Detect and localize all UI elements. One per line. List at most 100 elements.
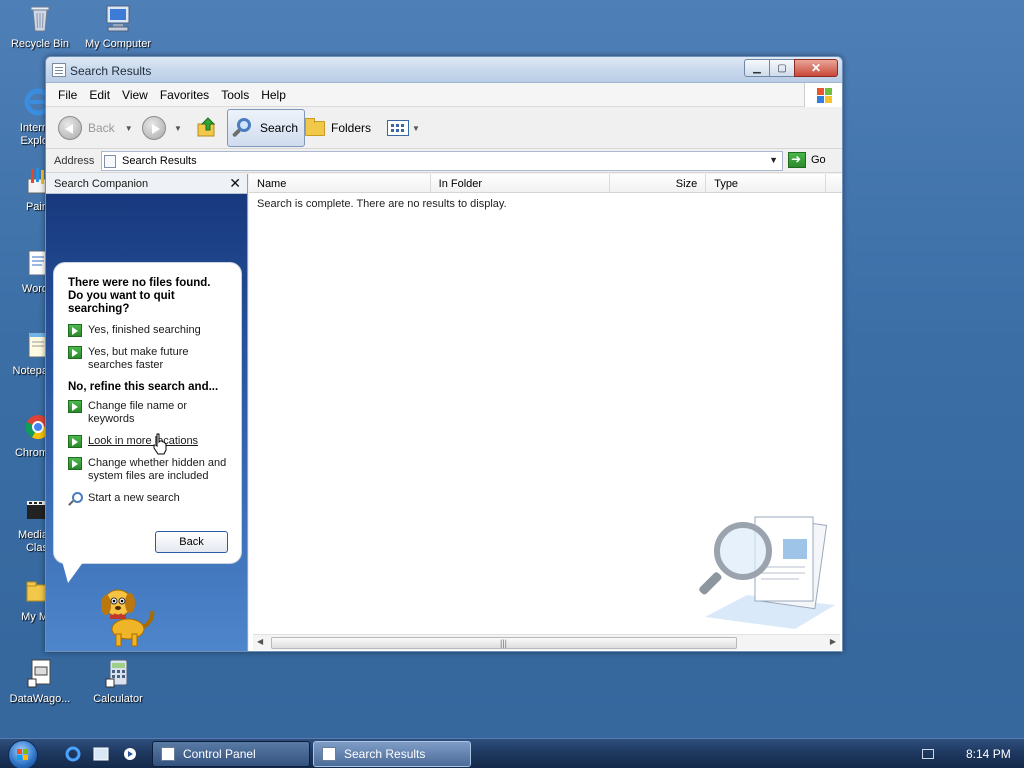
column-in-folder[interactable]: In Folder bbox=[431, 174, 611, 193]
search-label: Search bbox=[260, 121, 299, 135]
windows-logo-icon bbox=[804, 83, 842, 107]
option-finished-searching[interactable]: Yes, finished searching bbox=[68, 324, 229, 337]
desktop-icon-chrome[interactable]: Chrom bbox=[0, 411, 51, 460]
desktop-icon-media-player-classic[interactable]: Media Clas bbox=[0, 493, 49, 555]
desktop-icon-wordpad[interactable]: Word bbox=[0, 247, 48, 296]
desktop-icon-recycle-bin[interactable]: Recycle Bin bbox=[0, 2, 80, 51]
search-watermark-icon bbox=[695, 509, 842, 639]
search-companion-header: Search Companion ✕ bbox=[46, 174, 247, 194]
taskbar: Control Panel Search Results 8:14 PM bbox=[0, 738, 1024, 768]
back-button[interactable]: Back ▼ bbox=[58, 113, 133, 143]
back-arrow-icon bbox=[58, 116, 82, 140]
clock[interactable]: 8:14 PM bbox=[966, 747, 1011, 761]
search-button[interactable]: Search bbox=[227, 109, 306, 147]
option-label: Change file name or keywords bbox=[88, 400, 188, 425]
desktop-icon-internet-explorer[interactable]: Intern Explo bbox=[0, 86, 52, 148]
scroll-right-icon[interactable]: ▶ bbox=[830, 637, 836, 646]
desktop-icon-paint[interactable]: Pain bbox=[0, 165, 48, 214]
taskbar-label: Search Results bbox=[344, 747, 426, 761]
hand-cursor-icon bbox=[152, 433, 168, 455]
windows-logo-icon bbox=[17, 749, 29, 761]
companion-back-button[interactable]: Back bbox=[155, 531, 228, 553]
option-hidden-files[interactable]: Change whether hidden and system files a… bbox=[68, 457, 229, 483]
menu-view[interactable]: View bbox=[116, 88, 154, 102]
desktop-icon-calculator[interactable]: Calculator bbox=[78, 657, 158, 706]
close-pane-icon[interactable]: ✕ bbox=[229, 175, 241, 192]
folders-button[interactable]: Folders bbox=[305, 113, 371, 143]
menu-help[interactable]: Help bbox=[255, 88, 292, 102]
chevron-down-icon: ▼ bbox=[412, 123, 420, 133]
quick-launch-media-icon[interactable] bbox=[121, 746, 139, 762]
desktop-icon-my-music[interactable]: My M bbox=[0, 575, 50, 624]
desktop-icon-notepad[interactable]: Notepa bbox=[0, 329, 48, 378]
my-computer-icon bbox=[102, 2, 134, 34]
option-new-search[interactable]: Start a new search bbox=[68, 492, 229, 506]
minimize-button[interactable]: ▁ bbox=[744, 59, 770, 77]
search-results-icon bbox=[322, 747, 336, 761]
address-value: Search Results bbox=[122, 155, 197, 167]
column-more[interactable] bbox=[826, 174, 842, 193]
maximize-button[interactable]: ▢ bbox=[769, 59, 795, 77]
search-icon bbox=[231, 117, 254, 139]
start-button[interactable] bbox=[8, 740, 38, 768]
title-bar[interactable]: Search Results ▁ ▢ ✕ bbox=[46, 57, 842, 83]
taskbar-label: Control Panel bbox=[183, 747, 256, 761]
option-more-locations[interactable]: Look in more locations bbox=[68, 435, 229, 448]
scrollbar-thumb[interactable]: ||| bbox=[271, 637, 737, 649]
window-icon bbox=[52, 63, 66, 77]
search-dog-icon[interactable] bbox=[92, 579, 162, 649]
companion-balloon: There were no files found. Do you want t… bbox=[53, 262, 242, 564]
desktop-icon-label: Word bbox=[21, 283, 48, 295]
close-button[interactable]: ✕ bbox=[794, 59, 838, 77]
folders-label: Folders bbox=[331, 121, 372, 135]
views-button[interactable]: ▼ bbox=[387, 113, 420, 143]
results-pane: Name In Folder Size Type Search is compl… bbox=[249, 174, 842, 651]
recycle-bin-icon bbox=[24, 2, 56, 34]
go-button[interactable]: Go bbox=[788, 152, 826, 168]
desktop-icon-label: My M bbox=[21, 611, 48, 623]
option-label: Yes, but make future searches faster bbox=[88, 346, 189, 371]
green-arrow-icon bbox=[68, 324, 82, 337]
option-change-filename[interactable]: Change file name or keywords bbox=[68, 400, 229, 426]
window-title: Search Results bbox=[70, 64, 152, 78]
column-type[interactable]: Type bbox=[706, 174, 826, 193]
forward-button[interactable]: ▼ bbox=[142, 113, 182, 143]
calculator-icon bbox=[102, 657, 134, 689]
menu-bar: File Edit View Favorites Tools Help bbox=[46, 83, 842, 107]
horizontal-scrollbar[interactable]: ◀ ||| ▶ bbox=[253, 634, 840, 650]
menu-tools[interactable]: Tools bbox=[215, 88, 255, 102]
desktop-icon-label: Media Clas bbox=[18, 529, 48, 554]
chevron-down-icon[interactable]: ▼ bbox=[769, 155, 778, 165]
menu-edit[interactable]: Edit bbox=[83, 88, 116, 102]
up-folder-button[interactable] bbox=[196, 113, 218, 143]
menu-favorites[interactable]: Favorites bbox=[154, 88, 215, 102]
window-controls: ▁ ▢ ✕ bbox=[744, 59, 838, 77]
desktop-icon-label: Notepa bbox=[12, 365, 48, 377]
option-label: Start a new search bbox=[88, 492, 180, 504]
toolbar: Back ▼ ▼ Search Folders ▼ bbox=[46, 107, 842, 149]
desktop-icon-my-computer[interactable]: My Computer bbox=[78, 2, 158, 51]
option-label: Change whether hidden and system files a… bbox=[88, 457, 227, 482]
quick-launch-desktop-icon[interactable] bbox=[92, 746, 110, 762]
desktop-icon-label: DataWago... bbox=[9, 693, 71, 705]
results-column-headers: Name In Folder Size Type bbox=[249, 174, 842, 193]
network-tray-icon[interactable] bbox=[922, 749, 934, 759]
option-future-faster[interactable]: Yes, but make future searches faster bbox=[68, 346, 229, 372]
column-size[interactable]: Size bbox=[610, 174, 707, 193]
desktop-icon-label: Chrom bbox=[14, 447, 48, 459]
quick-launch-ie-icon[interactable] bbox=[64, 746, 82, 762]
desktop-icon-datawagon[interactable]: DataWago... bbox=[0, 657, 80, 706]
green-arrow-icon bbox=[68, 457, 82, 470]
green-arrow-icon bbox=[68, 400, 82, 413]
menu-file[interactable]: File bbox=[52, 88, 83, 102]
search-icon bbox=[68, 492, 83, 506]
control-panel-icon bbox=[161, 747, 175, 761]
taskbar-control-panel[interactable]: Control Panel bbox=[152, 741, 310, 767]
no-files-heading: There were no files found. Do you want t… bbox=[68, 277, 211, 315]
taskbar-search-results[interactable]: Search Results bbox=[313, 741, 471, 767]
close-icon: ✕ bbox=[810, 61, 822, 75]
address-input[interactable]: Search Results ▼ bbox=[101, 151, 783, 171]
column-name[interactable]: Name bbox=[249, 174, 431, 193]
scroll-left-icon[interactable]: ◀ bbox=[257, 637, 263, 646]
folder-icon bbox=[305, 117, 325, 136]
